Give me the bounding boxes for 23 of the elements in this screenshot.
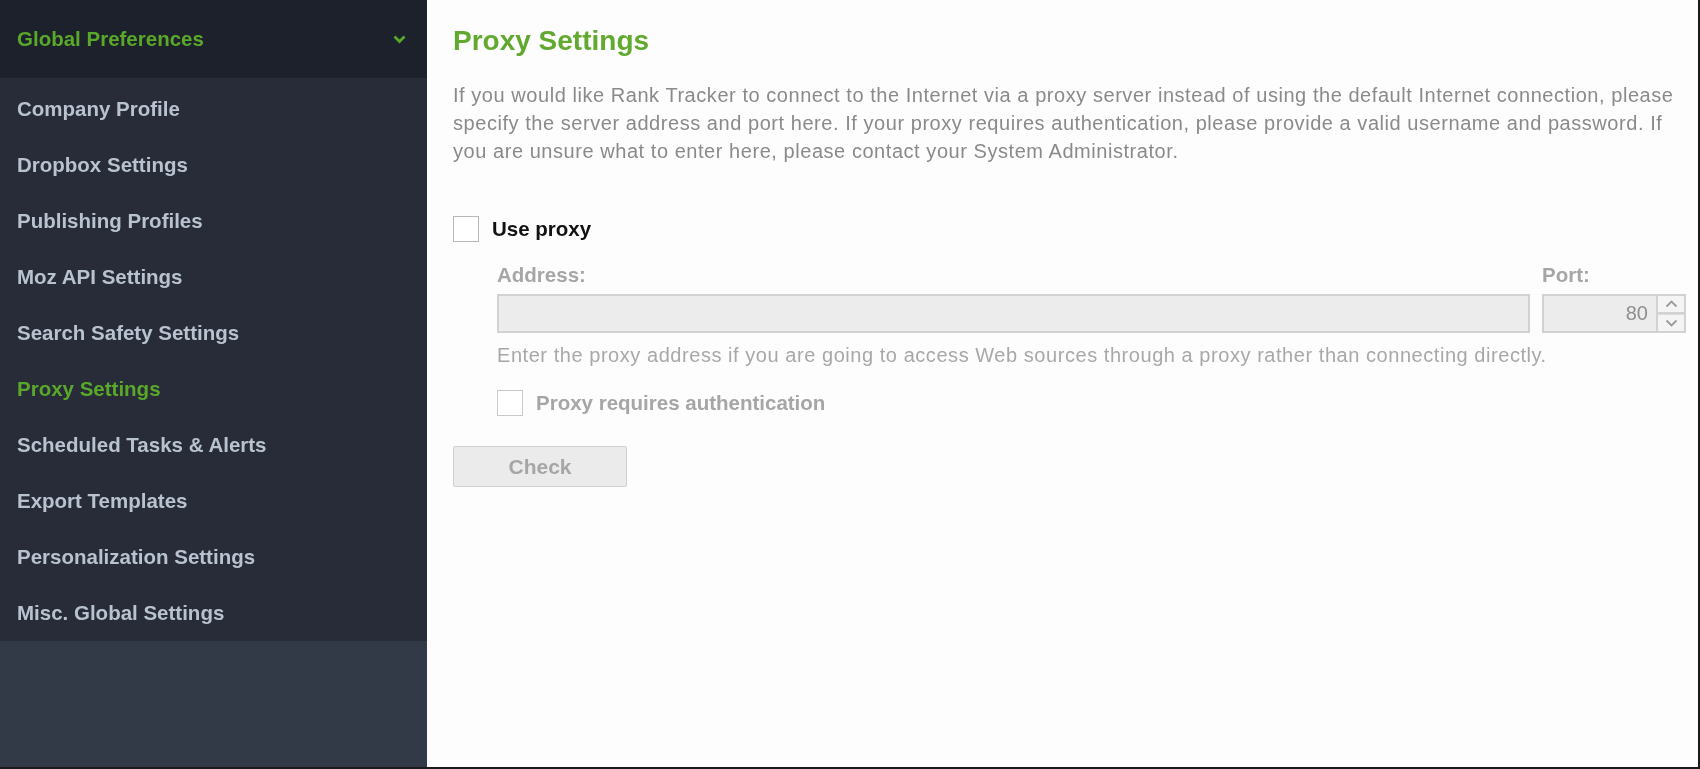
sidebar-item[interactable]: Misc. Global Settings: [0, 585, 427, 641]
chevron-up-icon: [1664, 300, 1678, 308]
use-proxy-checkbox[interactable]: [453, 216, 479, 242]
decrement-button[interactable]: [1658, 314, 1686, 333]
sidebar-item[interactable]: Company Profile: [0, 81, 427, 137]
hint-text: Enter the proxy address if you are going to access Web sources through a proxy rather than connecting directly.: [497, 344, 1548, 366]
field-label: Address:: [497, 264, 586, 286]
description-text: If you would like Rank Tracker to connect to the Internet via a proxy server instead of using the default Internet connection, please specify the server address and port here. If your proxy requires authentication, please provide a valid username and password. If you are unsure what to enter here, please contact your System Administrator.: [453, 83, 1675, 164]
section-title: Global Preferences: [17, 27, 204, 51]
sidebar-item[interactable]: Proxy Settings: [0, 361, 427, 417]
sidebar-item[interactable]: Scheduled Tasks & Alerts: [0, 417, 427, 473]
chevron-down-icon: [1664, 319, 1678, 327]
sidebar-item[interactable]: Moz API Settings: [0, 249, 427, 305]
sidebar-item[interactable]: Publishing Profiles: [0, 193, 427, 249]
page-title: Proxy Settings: [453, 25, 650, 57]
sidebar-item[interactable]: Dropbox Settings: [0, 137, 427, 193]
field-label: Port:: [1542, 264, 1590, 286]
checkbox-label[interactable]: Use proxy: [492, 217, 592, 241]
sidebar-item[interactable]: Search Safety Settings: [0, 305, 427, 361]
sidebar-section-header[interactable]: Global Preferences: [0, 0, 427, 78]
increment-button[interactable]: [1658, 294, 1686, 314]
sidebar-item[interactable]: Personalization Settings: [0, 529, 427, 585]
sidebar-item[interactable]: Export Templates: [0, 473, 427, 529]
